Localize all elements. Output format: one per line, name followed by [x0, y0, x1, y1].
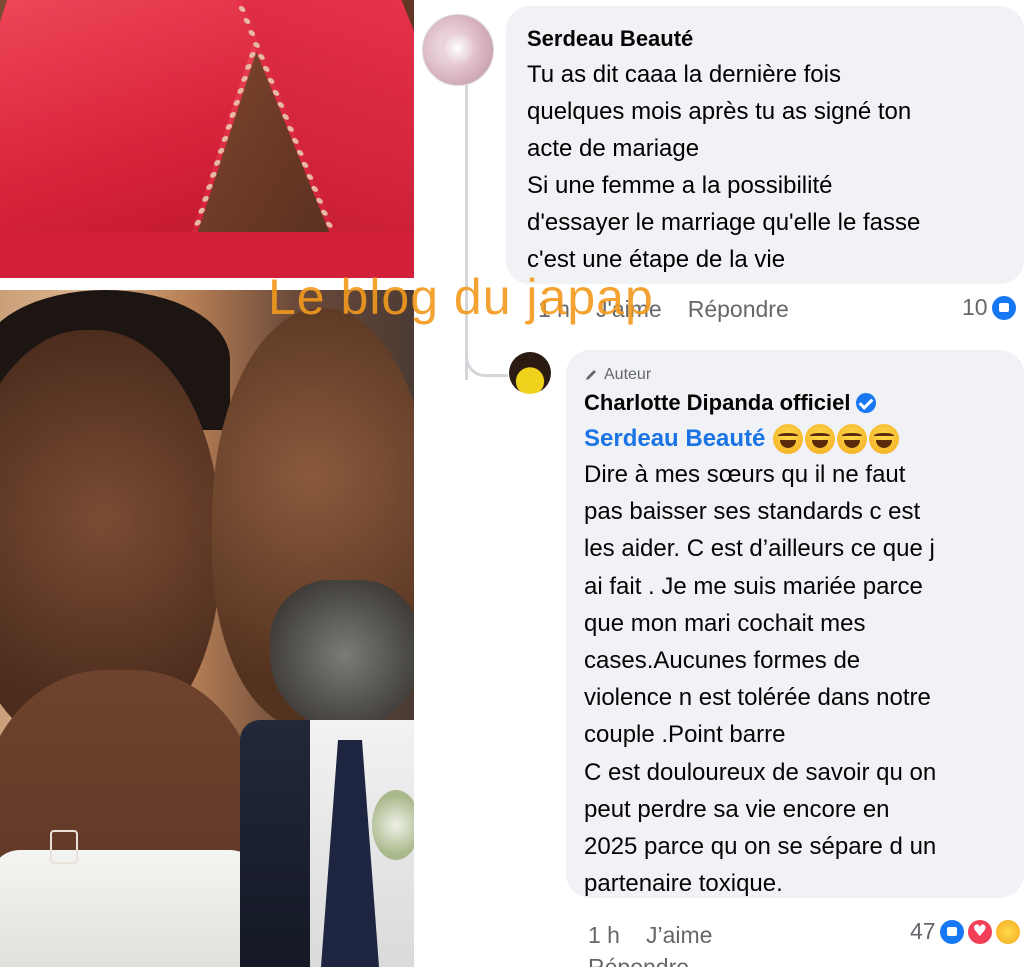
- man-beard: [270, 580, 420, 730]
- reaction-count-value: 10: [962, 294, 988, 320]
- boutonniere: [372, 790, 420, 860]
- author-badge: Auteur: [584, 366, 651, 384]
- verified-badge-icon: [856, 393, 877, 413]
- laugh-emoji-icon: [837, 424, 868, 454]
- serdeau-avatar[interactable]: [422, 14, 494, 86]
- reaction-count[interactable]: 47: [910, 918, 1020, 945]
- mention-line: Serdeau Beauté: [584, 424, 900, 454]
- reaction-count-value: 47: [910, 918, 936, 944]
- reply-button[interactable]: Répondre: [688, 296, 789, 323]
- comment-author-name[interactable]: Charlotte Dipanda officiel: [584, 390, 877, 416]
- necklace-pendant: [50, 830, 78, 864]
- laugh-emoji-icon: [805, 424, 836, 454]
- reply-thread-line: [465, 80, 468, 380]
- like-reaction-icon: [991, 295, 1016, 320]
- laugh-emoji-row: [773, 424, 900, 454]
- watermark-text: Le blog du japap: [268, 269, 654, 325]
- author-badge-label: Auteur: [604, 366, 652, 383]
- wedding-couple-photo: [0, 290, 420, 967]
- haha-reaction-icon: [995, 919, 1020, 944]
- reply-button[interactable]: Répondre: [588, 956, 689, 967]
- author-name-text: Charlotte Dipanda officiel: [584, 390, 851, 415]
- reaction-count[interactable]: 10: [962, 294, 1016, 321]
- love-reaction-icon: [967, 919, 992, 944]
- like-reaction-icon: [939, 919, 964, 944]
- mention-link[interactable]: Serdeau Beauté: [584, 425, 765, 453]
- like-button[interactable]: J’aime: [646, 922, 712, 949]
- comment-text: Dire à mes sœurs qu il ne faut pas baiss…: [584, 461, 937, 898]
- comment-text: Tu as dit caaa la dernière fois quelques…: [527, 61, 921, 273]
- comment-time[interactable]: 1 h: [588, 922, 620, 949]
- red-dress-photo: [0, 0, 414, 278]
- comment-actions: 1 h J’aime: [588, 922, 712, 949]
- comment-author-name[interactable]: Serdeau Beauté: [527, 26, 693, 52]
- white-wedding-dress: [0, 850, 260, 967]
- laugh-emoji-icon: [773, 424, 804, 454]
- charlotte-avatar[interactable]: [509, 352, 551, 394]
- pencil-icon: [586, 370, 596, 380]
- laugh-emoji-icon: [869, 424, 900, 454]
- reply-thread-curve: [465, 340, 508, 377]
